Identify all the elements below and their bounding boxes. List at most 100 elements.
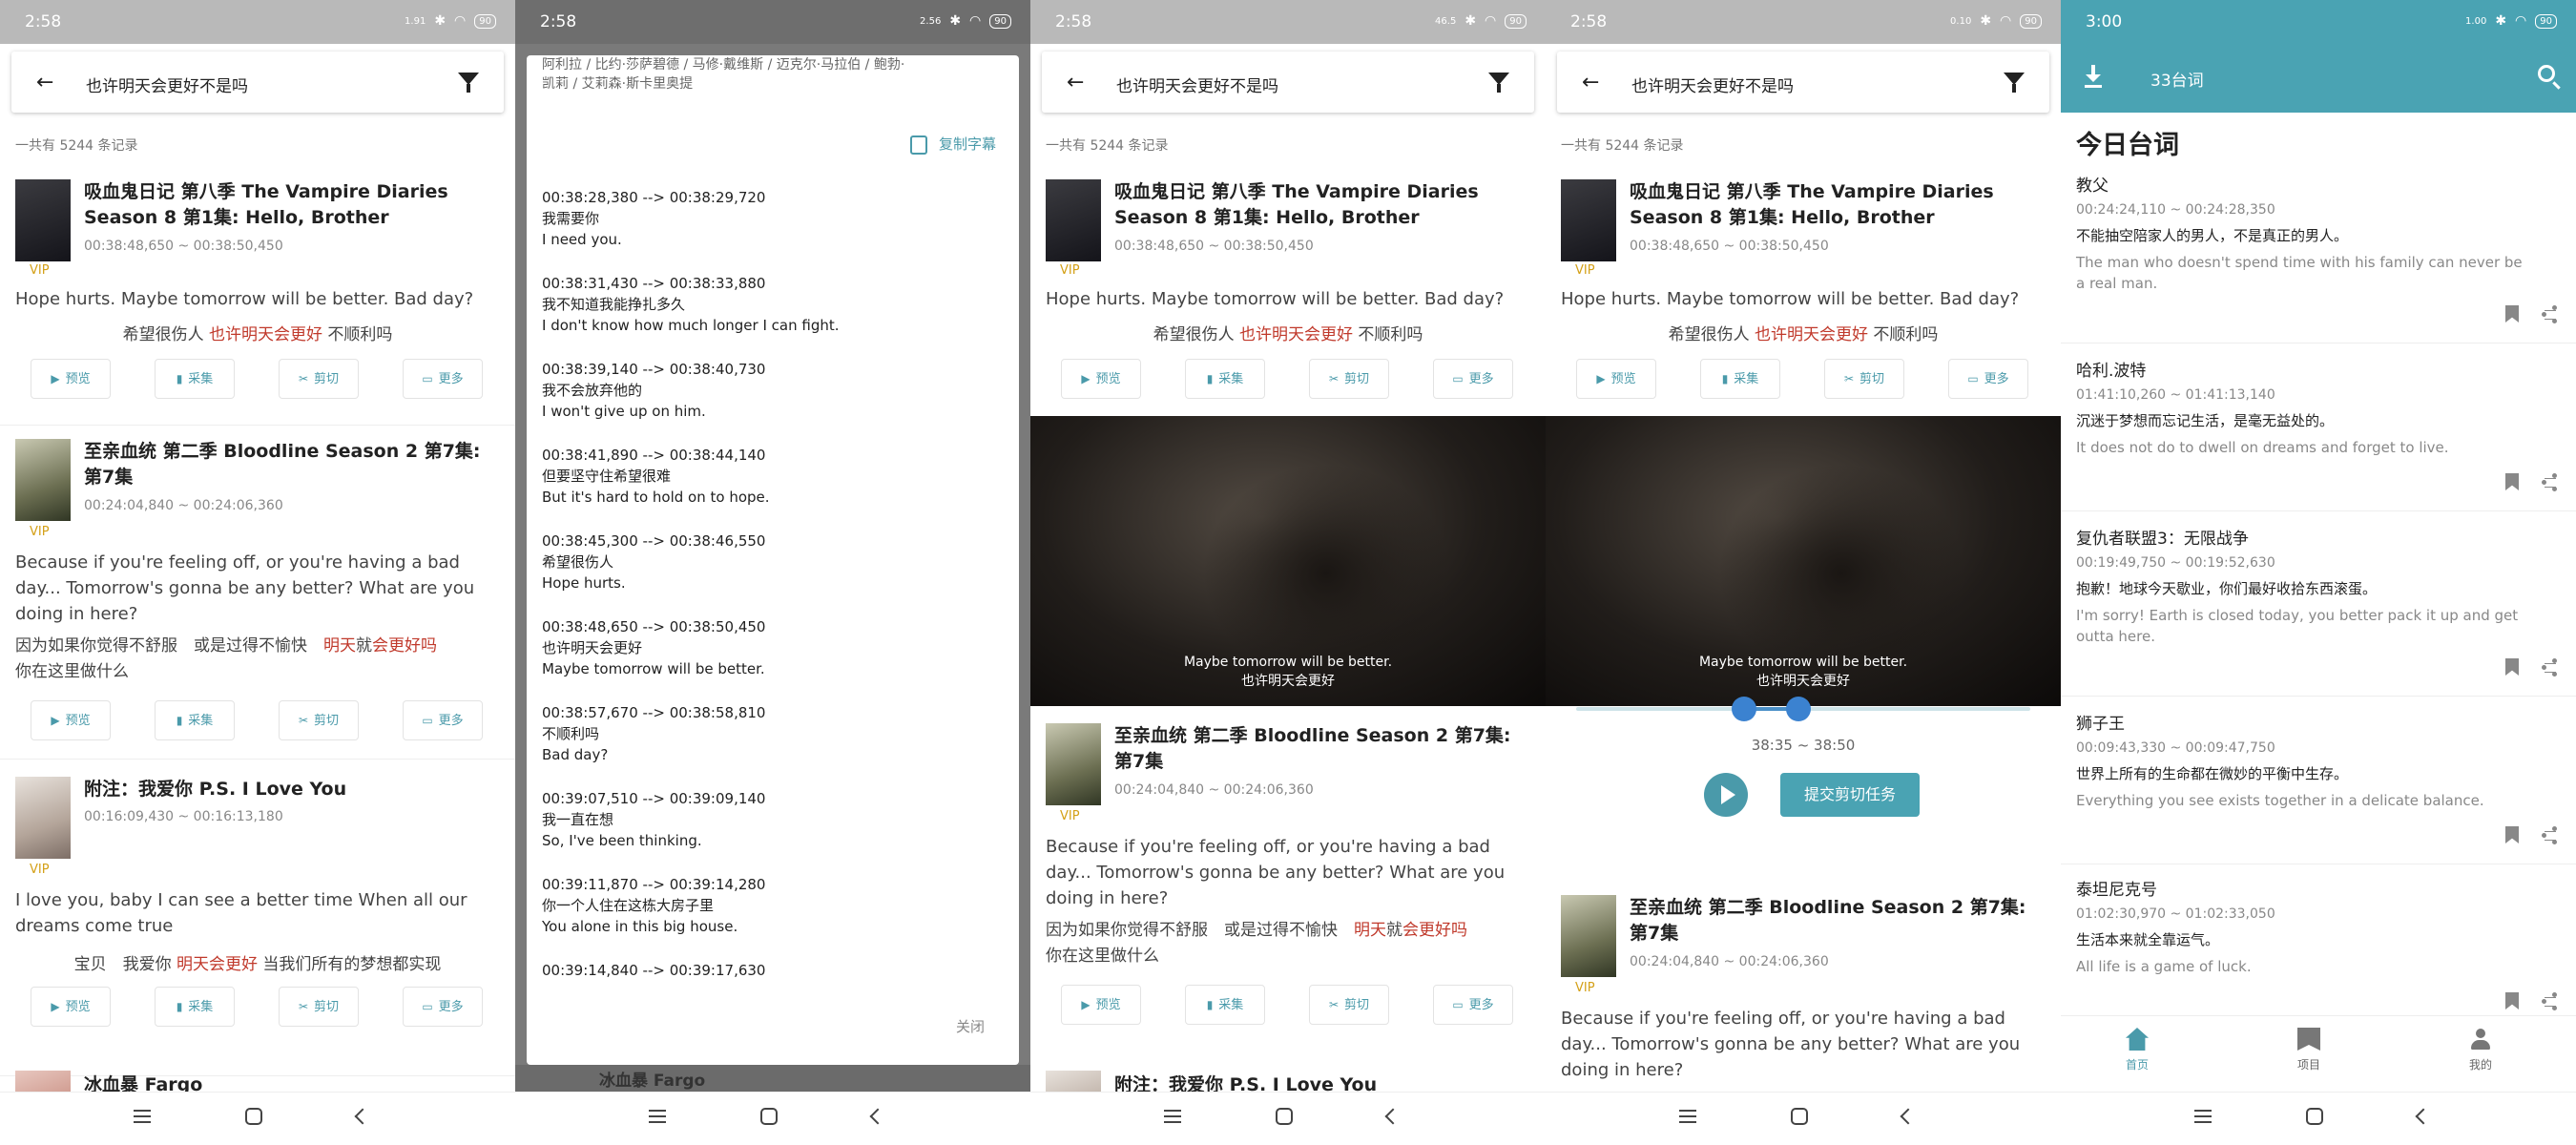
quote-item[interactable]: 教父 00:24:24,110 ~ 00:24:28,350 不能抽空陪家人的男… bbox=[2061, 172, 2576, 344]
copy-subtitles-button[interactable]: 复制字幕 bbox=[909, 134, 996, 155]
home-nav-icon[interactable] bbox=[1276, 1108, 1293, 1125]
poster-thumbnail[interactable] bbox=[1561, 179, 1616, 261]
collect-button[interactable]: ▮ 采集 bbox=[155, 359, 235, 399]
filter-icon[interactable] bbox=[458, 73, 479, 93]
back-arrow-icon[interactable]: ← bbox=[36, 71, 53, 94]
play-button[interactable] bbox=[1704, 773, 1748, 817]
collect-button[interactable]: ▮ 采集 bbox=[1185, 985, 1265, 1025]
result-title[interactable]: 至亲血统 第二季 Bloodline Season 2 第7集: 第7集 bbox=[1114, 723, 1534, 775]
nav-mine[interactable]: 我的 bbox=[2433, 1028, 2528, 1072]
share-icon[interactable] bbox=[2542, 826, 2557, 843]
share-icon[interactable] bbox=[2542, 992, 2557, 1010]
more-button[interactable]: ▭ 更多 bbox=[1433, 985, 1513, 1025]
home-nav-icon[interactable] bbox=[1791, 1108, 1808, 1125]
search-bar[interactable]: ← 也许明天会更好不是吗 bbox=[1042, 52, 1534, 113]
poster-thumbnail[interactable] bbox=[1561, 895, 1616, 977]
bookmark-icon[interactable] bbox=[2505, 473, 2519, 490]
bookmark-icon[interactable] bbox=[2505, 992, 2519, 1010]
home-nav-icon[interactable] bbox=[760, 1108, 778, 1125]
poster-thumbnail[interactable] bbox=[15, 1071, 71, 1092]
bookmark-icon[interactable] bbox=[2505, 826, 2519, 843]
share-icon[interactable] bbox=[2542, 658, 2557, 676]
bookmark-icon[interactable] bbox=[2505, 305, 2519, 323]
preview-button[interactable]: ▶ 预览 bbox=[31, 987, 111, 1027]
recents-icon[interactable] bbox=[134, 1110, 151, 1123]
more-button[interactable]: ▭ 更多 bbox=[403, 359, 483, 399]
cut-button[interactable]: ✂ 剪切 bbox=[1309, 359, 1389, 399]
section-title: 今日台词 bbox=[2076, 131, 2179, 160]
more-button[interactable]: ▭ 更多 bbox=[1948, 359, 2028, 399]
more-button[interactable]: ▭ 更多 bbox=[1433, 359, 1513, 399]
quote-item[interactable]: 复仇者联盟3：无限战争 00:19:49,750 ~ 00:19:52,630 … bbox=[2061, 525, 2576, 697]
battery-icon: 90 bbox=[2020, 13, 2042, 29]
search-query[interactable]: 也许明天会更好不是吗 bbox=[1631, 73, 1794, 96]
preview-button[interactable]: ▶ 预览 bbox=[31, 359, 111, 399]
close-button[interactable]: 关闭 bbox=[956, 1016, 985, 1036]
quote-item[interactable]: 狮子王 00:09:43,330 ~ 00:09:47,750 世界上所有的生命… bbox=[2061, 710, 2576, 864]
poster-thumbnail[interactable] bbox=[15, 439, 71, 521]
back-nav-icon[interactable] bbox=[354, 1108, 371, 1125]
poster-thumbnail[interactable] bbox=[1046, 723, 1101, 805]
submit-cut-button[interactable]: 提交剪切任务 bbox=[1780, 773, 1920, 817]
more-button[interactable]: ▭ 更多 bbox=[403, 700, 483, 740]
back-nav-icon[interactable] bbox=[2415, 1108, 2432, 1125]
search-bar[interactable]: ← 也许明天会更好不是吗 bbox=[11, 52, 504, 113]
home-nav-icon[interactable] bbox=[245, 1108, 262, 1125]
search-icon[interactable] bbox=[2538, 65, 2555, 82]
search-query[interactable]: 也许明天会更好不是吗 bbox=[86, 73, 248, 96]
video-player[interactable]: Maybe tomorrow will be better. 也许明天会更好 bbox=[1030, 416, 1546, 706]
collect-button[interactable]: ▮ 采集 bbox=[1185, 359, 1265, 399]
back-nav-icon[interactable] bbox=[1900, 1108, 1917, 1125]
poster-thumbnail[interactable] bbox=[1046, 179, 1101, 261]
back-nav-icon[interactable] bbox=[1384, 1108, 1402, 1125]
nav-project[interactable]: 项目 bbox=[2261, 1028, 2357, 1072]
cut-button[interactable]: ✂ 剪切 bbox=[279, 700, 359, 740]
search-bar[interactable]: ← 也许明天会更好不是吗 bbox=[1557, 52, 2049, 113]
preview-button[interactable]: ▶ 预览 bbox=[1061, 985, 1141, 1025]
nav-home[interactable]: 首页 bbox=[2089, 1028, 2185, 1072]
result-title[interactable]: 吸血鬼日记 第八季 The Vampire Diaries Season 8 第… bbox=[1630, 179, 2049, 231]
bookmark-icon[interactable] bbox=[2505, 658, 2519, 676]
back-arrow-icon[interactable]: ← bbox=[1067, 71, 1084, 94]
preview-button[interactable]: ▶ 预览 bbox=[31, 700, 111, 740]
cut-button[interactable]: ✂ 剪切 bbox=[1309, 985, 1389, 1025]
preview-button[interactable]: ▶ 预览 bbox=[1061, 359, 1141, 399]
poster-thumbnail[interactable] bbox=[15, 777, 71, 859]
result-title[interactable]: 吸血鬼日记 第八季 The Vampire Diaries Season 8 第… bbox=[1114, 179, 1534, 231]
share-icon[interactable] bbox=[2542, 305, 2557, 323]
result-title[interactable]: 附注：我爱你 P.S. I Love You bbox=[84, 777, 504, 802]
collect-button[interactable]: ▮ 采集 bbox=[1700, 359, 1780, 399]
recents-icon[interactable] bbox=[1679, 1110, 1696, 1123]
range-end-handle[interactable] bbox=[1786, 697, 1812, 721]
back-arrow-icon[interactable]: ← bbox=[1582, 71, 1599, 94]
home-nav-icon[interactable] bbox=[2306, 1108, 2323, 1125]
download-icon[interactable] bbox=[2084, 65, 2103, 88]
filter-icon[interactable] bbox=[2004, 73, 2025, 93]
result-title[interactable]: 冰血暴 Fargo bbox=[84, 1072, 504, 1092]
share-icon[interactable] bbox=[2542, 473, 2557, 490]
collect-button[interactable]: ▮ 采集 bbox=[155, 700, 235, 740]
result-title[interactable]: 附注：我爱你 P.S. I Love You bbox=[1114, 1072, 1534, 1092]
cut-button[interactable]: ✂ 剪切 bbox=[279, 987, 359, 1027]
collect-button[interactable]: ▮ 采集 bbox=[155, 987, 235, 1027]
back-nav-icon[interactable] bbox=[869, 1108, 886, 1125]
search-query[interactable]: 也许明天会更好不是吗 bbox=[1116, 73, 1278, 96]
recents-icon[interactable] bbox=[2194, 1110, 2212, 1123]
filter-icon[interactable] bbox=[1488, 73, 1509, 93]
range-start-handle[interactable] bbox=[1732, 697, 1757, 721]
video-player[interactable]: Maybe tomorrow will be better. 也许明天会更好 bbox=[1546, 416, 2061, 706]
quote-item[interactable]: 哈利.波特 01:41:10,260 ~ 01:41:13,140 沉迷于梦想而… bbox=[2061, 357, 2576, 511]
result-title[interactable]: 至亲血统 第二季 Bloodline Season 2 第7集: 第7集 bbox=[84, 439, 504, 490]
recents-icon[interactable] bbox=[1164, 1110, 1181, 1123]
more-button[interactable]: ▭ 更多 bbox=[403, 987, 483, 1027]
quote-item[interactable]: 泰坦尼克号 01:02:30,970 ~ 01:02:33,050 生活本来就全… bbox=[2061, 876, 2576, 1019]
poster-thumbnail[interactable] bbox=[15, 179, 71, 261]
cut-button[interactable]: ✂ 剪切 bbox=[279, 359, 359, 399]
clip-range-slider[interactable] bbox=[1576, 695, 2030, 723]
recents-icon[interactable] bbox=[649, 1110, 666, 1123]
cut-button[interactable]: ✂ 剪切 bbox=[1824, 359, 1904, 399]
result-title[interactable]: 至亲血统 第二季 Bloodline Season 2 第7集: 第7集 bbox=[1630, 895, 2049, 947]
poster-thumbnail[interactable] bbox=[1046, 1071, 1101, 1092]
result-title[interactable]: 吸血鬼日记 第八季 The Vampire Diaries Season 8 第… bbox=[84, 179, 504, 231]
preview-button[interactable]: ▶ 预览 bbox=[1576, 359, 1656, 399]
